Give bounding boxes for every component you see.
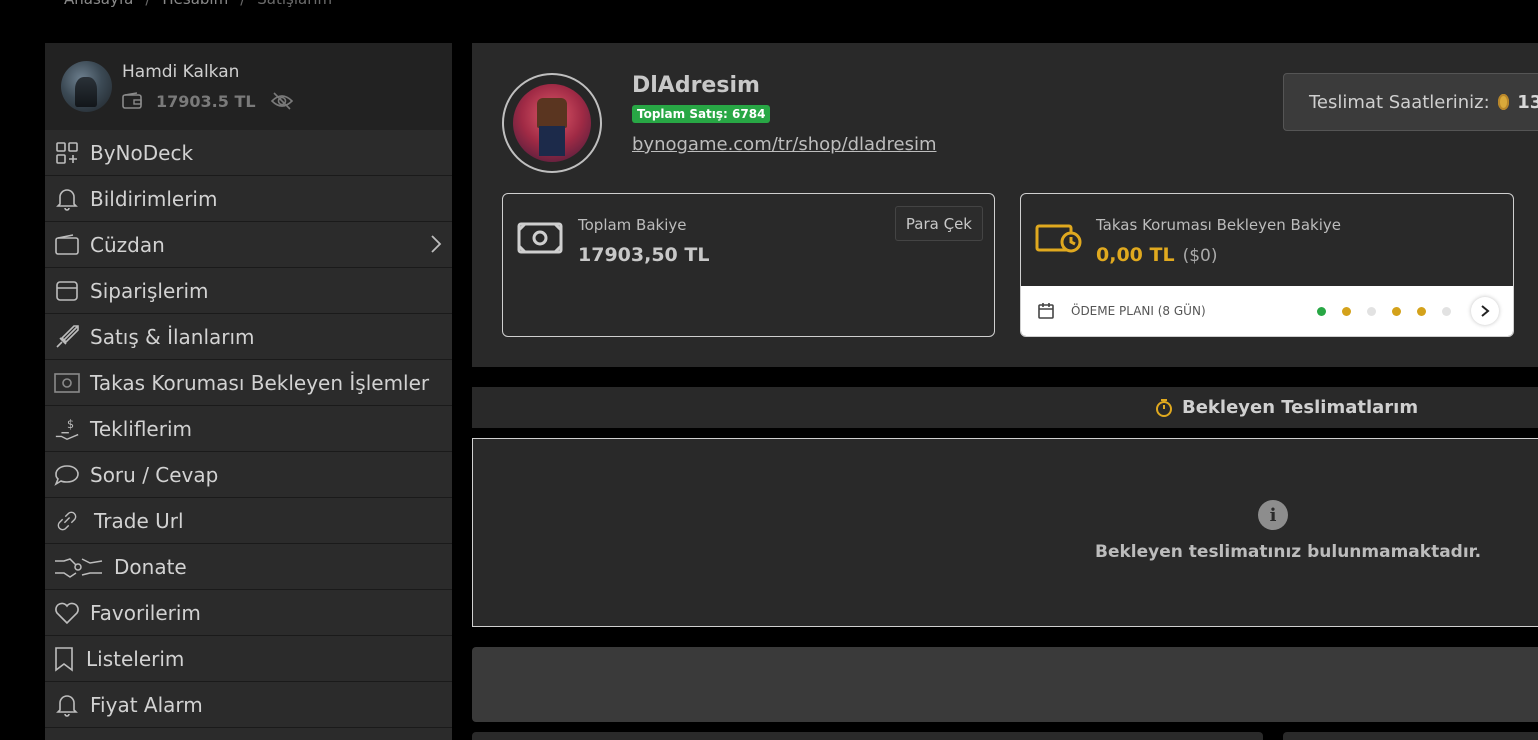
sidebar-item-label: Bildirimlerim — [90, 186, 218, 211]
box-icon — [54, 278, 80, 304]
breadcrumb: Anasayfa/Hesabım/Satışlarım — [64, 0, 332, 8]
sidebar-item-label: ByNoDeck — [90, 140, 194, 165]
pending-deliveries-header: Bekleyen Teslimatlarım — [472, 387, 1538, 428]
sun-icon — [1497, 94, 1510, 110]
delivery-hours-button[interactable]: Teslimat Saatleriniz: 13:0 — [1283, 73, 1538, 131]
plan-dot — [1317, 306, 1326, 316]
wallet-balance: 17903.5 TL — [156, 91, 256, 111]
sidebar-item-label: Soru / Cevap — [90, 462, 219, 487]
escrow-value: 0,00 TL — [1096, 244, 1175, 266]
shop-avatar — [502, 73, 602, 173]
sidebar-item-label: Donate — [114, 554, 187, 579]
bell-icon — [54, 186, 80, 212]
calendar-icon — [1038, 303, 1054, 319]
sidebar-item-label: Fiyat Alarm — [90, 692, 203, 717]
sidebar-item-wallet[interactable]: Cüzdan — [45, 222, 452, 268]
plan-dot — [1442, 306, 1451, 316]
payment-plan-dots — [1317, 286, 1467, 336]
plan-next-button[interactable] — [1471, 297, 1499, 325]
escrow-label: Takas Koruması Bekleyen Bakiye — [1096, 216, 1341, 234]
svg-text:$: $ — [67, 418, 74, 431]
sidebar-item-lists[interactable]: Listelerim — [45, 636, 452, 682]
balance-label: Toplam Bakiye — [578, 216, 687, 234]
escrow-card: Takas Koruması Bekleyen Bakiye 0,00 TL ($… — [1020, 193, 1514, 337]
payment-plan-label: ÖDEME PLANI (8 GÜN) — [1071, 304, 1206, 318]
pending-deliveries-box: i Bekleyen teslimatınız bulunmamaktadır. — [472, 438, 1538, 627]
timer-icon — [1156, 398, 1172, 417]
plan-dot — [1367, 306, 1376, 316]
plan-dot — [1342, 306, 1351, 316]
sidebar-item-price-alarm[interactable]: Fiyat Alarm — [45, 682, 452, 728]
sidebar-item-qa[interactable]: Soru / Cevap — [45, 452, 452, 498]
balance-value: 17903,50 TL — [578, 244, 710, 266]
sales-badge: Toplam Satış: 6784 — [632, 105, 771, 123]
sword-icon — [54, 324, 80, 350]
handshake-icon — [54, 554, 104, 580]
hand-dollar-icon: $ — [54, 416, 80, 442]
sidebar-item-label: Listelerim — [86, 646, 185, 671]
breadcrumb-account[interactable]: Hesabım — [162, 0, 228, 8]
chevron-right-icon — [1481, 305, 1490, 317]
balance-card: Toplam Bakiye 17903,50 TL Para Çek — [502, 193, 995, 337]
sidebar-item-offers[interactable]: $ Tekliflerim — [45, 406, 452, 452]
sidebar-item-sales[interactable]: Satış & İlanlarım — [45, 314, 452, 360]
sidebar-item-label: Takas Koruması Bekleyen İşlemler — [90, 370, 430, 395]
sidebar-item-label: Tekliflerim — [90, 416, 192, 441]
delivery-time: 13:0 — [1517, 91, 1538, 113]
shop-name: DlAdresim — [632, 73, 760, 98]
link-icon — [54, 508, 80, 534]
lower-panel-right — [1283, 732, 1538, 740]
lower-panel — [472, 647, 1538, 722]
shop-link[interactable]: bynogame.com/tr/shop/dladresim — [632, 134, 936, 155]
pending-title: Bekleyen Teslimatlarım — [1182, 397, 1419, 418]
sidebar-item-label: Cüzdan — [90, 232, 165, 257]
wallet-icon — [122, 92, 142, 109]
escrow-usd: ($0) — [1182, 246, 1218, 266]
sidebar-item-label: Siparişlerim — [90, 278, 209, 303]
bell-icon — [54, 692, 80, 718]
eye-off-icon[interactable] — [270, 91, 294, 111]
bookmark-icon — [54, 646, 74, 672]
breadcrumb-home[interactable]: Anasayfa — [64, 0, 133, 8]
chat-icon — [54, 462, 80, 488]
empty-message: Bekleyen teslimatınız bulunmamaktadır. — [1095, 542, 1482, 562]
sidebar-item-favorites[interactable]: Favorilerim — [45, 590, 452, 636]
sidebar: Hamdi Kalkan 17903.5 TL ByNoDeck Bildiri… — [45, 43, 452, 740]
breadcrumb-current: Satışlarım — [257, 0, 332, 8]
plan-dot — [1417, 306, 1426, 316]
sidebar-item-orders[interactable]: Siparişlerim — [45, 268, 452, 314]
avatar[interactable] — [61, 61, 112, 112]
shop-summary-panel: DlAdresim Toplam Satış: 6784 bynogame.co… — [472, 43, 1538, 367]
plan-dot — [1392, 306, 1401, 316]
sidebar-item-trade-url[interactable]: Trade Url — [45, 498, 452, 544]
grid-plus-icon — [54, 140, 80, 166]
sidebar-item-bynodeck[interactable]: ByNoDeck — [45, 130, 452, 176]
chevron-right-icon — [431, 235, 442, 253]
user-name: Hamdi Kalkan — [122, 62, 240, 82]
wallet-icon — [54, 232, 80, 258]
money-clock-icon — [1035, 224, 1082, 253]
payment-plan-bar[interactable]: ÖDEME PLANI (8 GÜN) — [1021, 286, 1513, 336]
sidebar-item-label: Satış & İlanlarım — [90, 324, 255, 349]
user-profile: Hamdi Kalkan 17903.5 TL — [45, 43, 452, 130]
sidebar-item-label: Trade Url — [94, 508, 184, 533]
sidebar-item-escrow[interactable]: Takas Koruması Bekleyen İşlemler — [45, 360, 452, 406]
lower-panel-left — [472, 732, 1263, 740]
heart-icon — [54, 600, 80, 626]
sidebar-item-notifications[interactable]: Bildirimlerim — [45, 176, 452, 222]
delivery-label: Teslimat Saatleriniz: — [1309, 91, 1490, 113]
money-icon — [54, 370, 80, 396]
withdraw-button[interactable]: Para Çek — [894, 206, 983, 241]
sidebar-item-label: Favorilerim — [90, 600, 201, 625]
money-icon — [517, 222, 563, 254]
info-icon: i — [1258, 500, 1288, 530]
sidebar-item-donate[interactable]: Donate — [45, 544, 452, 590]
